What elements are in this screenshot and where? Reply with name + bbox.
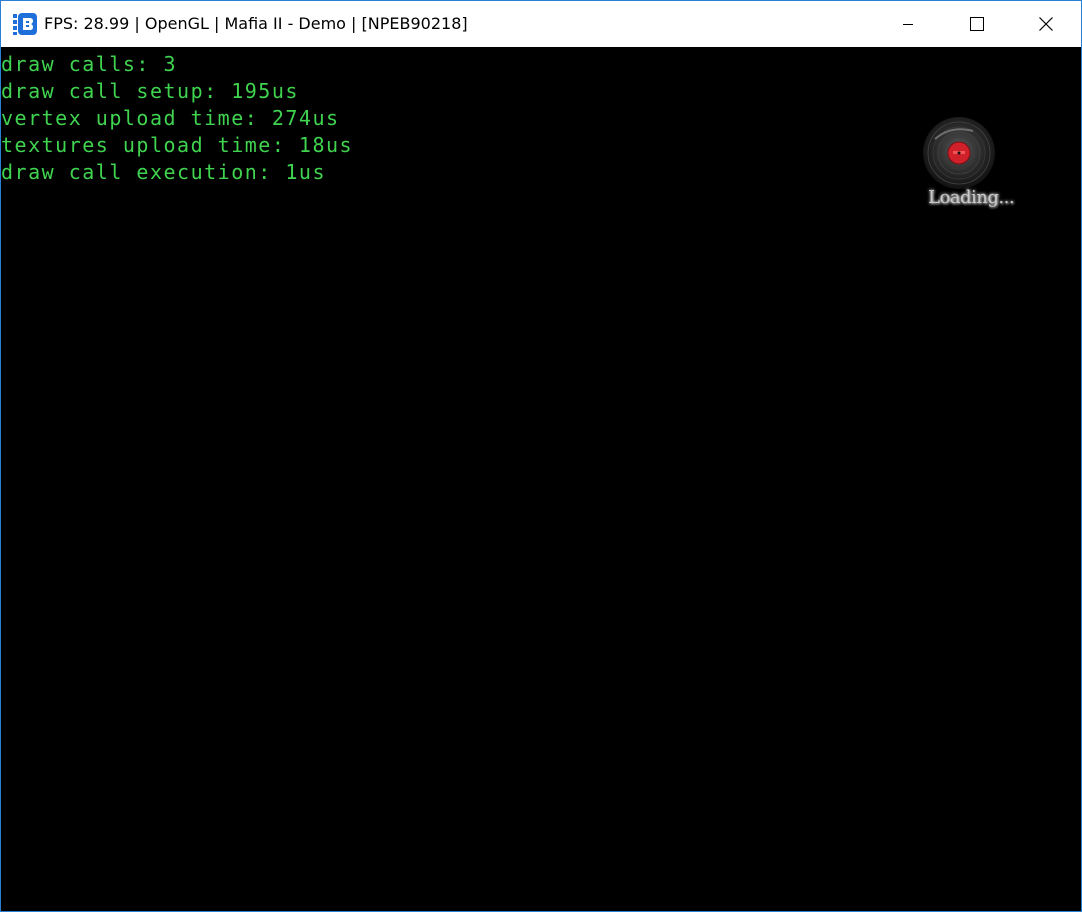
window-title: FPS: 28.99 | OpenGL | Mafia II - Demo | … [44, 14, 468, 33]
minimize-button[interactable] [873, 1, 942, 47]
minimize-icon [902, 24, 913, 25]
stat-vertex-upload-time: vertex upload time: 274us [1, 106, 340, 130]
stat-textures-upload-time: textures upload time: 18us [1, 133, 354, 157]
stat-draw-call-execution: draw call execution: 1us [1, 160, 326, 184]
close-icon [1038, 17, 1053, 31]
close-button[interactable] [1011, 1, 1080, 47]
stat-draw-call-setup: draw call setup: 195us [1, 79, 299, 103]
app-icon[interactable] [13, 13, 37, 35]
title-bar[interactable]: FPS: 28.99 | OpenGL | Mafia II - Demo | … [1, 1, 1081, 47]
performance-overlay: draw calls: 3 draw call setup: 195us ver… [1, 51, 353, 186]
vinyl-record-icon [923, 117, 995, 189]
emulator-window: FPS: 28.99 | OpenGL | Mafia II - Demo | … [0, 0, 1082, 912]
stat-draw-calls: draw calls: 3 [1, 52, 178, 76]
game-viewport[interactable]: draw calls: 3 draw call setup: 195us ver… [1, 47, 1081, 911]
loading-label: Loading... [928, 187, 1015, 208]
maximize-button[interactable] [942, 1, 1011, 47]
maximize-icon [969, 17, 984, 31]
loading-indicator: Loading... [921, 109, 1015, 219]
